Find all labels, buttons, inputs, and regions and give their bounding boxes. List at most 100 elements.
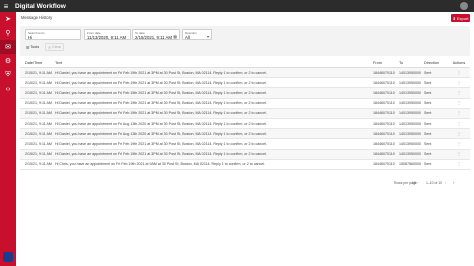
from-date-field[interactable]: From date 11/13/2020, 9:11 AM (84, 29, 131, 40)
cell-direction: Sent (424, 152, 432, 157)
app-logo-icon[interactable]: ≡ (0, 0, 12, 12)
export-button[interactable]: ⬇ Export (451, 14, 470, 22)
cell-date: 2/15/21, 9:11 AM (25, 162, 52, 167)
calendar-icon[interactable]: ▦ (173, 34, 177, 39)
company-logo-icon (3, 252, 13, 262)
table-row[interactable]: 2/15/21, 9:11 AM Hi Daniel, you have an a… (20, 139, 470, 150)
app-title: Digital Workflow (15, 2, 66, 10)
cell-from: 18446070110 (373, 70, 395, 75)
search-input[interactable]: Search term Hi (25, 29, 81, 40)
download-icon: ⬇ (452, 15, 456, 21)
column-header-from[interactable]: From (373, 61, 399, 65)
more-actions-icon[interactable]: ⋮ (448, 81, 470, 85)
cell-direction: Sent (424, 80, 432, 85)
user-avatar-icon[interactable] (460, 2, 468, 10)
cell-from: 18446070110 (373, 141, 395, 146)
to-date-field[interactable]: To date 2/15/2021, 9:11 AM ▦ (132, 29, 180, 40)
more-actions-icon[interactable]: ⋮ (448, 152, 470, 156)
cell-from: 18446070110 (373, 90, 395, 95)
column-header-text[interactable]: Text (55, 61, 373, 65)
cell-to: 14013950000 (399, 141, 421, 146)
cell-date: 2/15/21, 9:11 AM (25, 80, 52, 85)
cell-direction: Sent (424, 121, 432, 126)
column-header-date[interactable]: Date/Time (20, 61, 55, 65)
message-table: Date/Time Text From To Direction Actions… (20, 59, 470, 170)
cell-direction: Sent (424, 162, 432, 167)
cell-to: 14013950000 (399, 131, 421, 136)
table-row[interactable]: 2/15/21, 9:11 AM Hi Daniel, you have an a… (20, 149, 470, 160)
cell-text: Hi Daniel, you have an appointment on Fr… (55, 90, 267, 95)
clear-button[interactable]: ✕ Clear (45, 43, 64, 51)
table-body: 2/15/21, 9:11 AM Hi Daniel, you have an a… (20, 68, 470, 170)
export-label: Export (456, 15, 469, 21)
cell-date: 2/15/21, 9:11 AM (25, 121, 52, 126)
cell-to: 14013950000 (399, 121, 421, 126)
direction-select[interactable]: Direction All ▾ (182, 29, 212, 40)
cell-from: 18446070110 (373, 101, 395, 106)
table-row[interactable]: 2/15/21, 9:11 AM Hi Daniel, you have an a… (20, 129, 470, 140)
cell-direction: Sent (424, 90, 432, 95)
table-header: Date/Time Text From To Direction Actions (20, 59, 470, 68)
table-row[interactable]: 2/15/21, 9:11 AM Hi Daniel, you have an a… (20, 68, 470, 79)
table-row[interactable]: 2/15/21, 9:11 AM Hi Daniel, you have an a… (20, 88, 470, 99)
more-actions-icon[interactable]: ⋮ (448, 101, 470, 105)
table-row[interactable]: 2/15/21, 9:11 AM Hi Daniel, you have an a… (20, 98, 470, 109)
email-icon[interactable]: ✉ (0, 40, 16, 54)
cell-direction: Sent (424, 141, 432, 146)
more-actions-icon[interactable]: ⋮ (448, 162, 470, 166)
more-actions-icon[interactable]: ⋮ (448, 122, 470, 126)
sidebar: ➤ ⚲ ✉ ⚙ ⛨ ‹› (0, 12, 16, 266)
cell-to: 14013950000 (399, 152, 421, 157)
pagination: Rows per page: 10 1–10 of 10 ‹ › (16, 179, 474, 187)
breadcrumb: Message History (21, 15, 53, 20)
table-row[interactable]: 2/15/21, 9:11 AM Hi Chris, you have an ap… (20, 159, 470, 170)
direction-value: All (185, 34, 190, 40)
code-icon[interactable]: ‹› (0, 82, 16, 96)
table-row[interactable]: 2/15/21, 9:11 AM Hi Daniel, you have an a… (20, 118, 470, 130)
cell-from: 18446070110 (373, 162, 395, 167)
cell-direction: Sent (424, 131, 432, 136)
table-row[interactable]: 2/15/21, 9:11 AM Hi Daniel, you have an a… (20, 78, 470, 89)
previous-page-icon[interactable]: ‹ (445, 180, 447, 185)
cell-from: 18446070110 (373, 131, 395, 136)
cell-to: 15087860000 (399, 162, 421, 167)
cell-from: 18446070110 (373, 80, 395, 85)
cell-direction: Sent (424, 101, 432, 106)
more-actions-icon[interactable]: ⋮ (448, 91, 470, 95)
more-actions-icon[interactable]: ⋮ (448, 111, 470, 115)
tools-label: Tools (30, 45, 40, 49)
shield-icon[interactable]: ⛨ (0, 68, 16, 82)
tools-button[interactable]: ☰ Tools (24, 43, 41, 51)
column-header-to[interactable]: To (399, 61, 424, 65)
more-actions-icon[interactable]: ⋮ (448, 142, 470, 146)
column-header-direction[interactable]: Direction (424, 61, 448, 65)
cell-to: 14013950000 (399, 80, 421, 85)
main-content: Message History ⬇ Export Search term Hi … (16, 12, 474, 266)
filter-icon: ☰ (25, 45, 30, 50)
filter-bar: Search term Hi From date 11/13/2020, 9:1… (20, 26, 470, 56)
cell-text: Hi Daniel, you have an appointment on Fr… (55, 131, 267, 136)
cell-date: 2/15/21, 9:11 AM (25, 141, 52, 146)
more-actions-icon[interactable]: ⋮ (448, 132, 470, 136)
cell-from: 18446070110 (373, 121, 395, 126)
table-row[interactable]: 2/15/21, 9:11 AM Hi Daniel, you have an a… (20, 108, 470, 119)
cell-date: 2/15/21, 9:11 AM (25, 90, 52, 95)
cell-text: Hi Chris, you have an appointment on Fri… (55, 162, 266, 167)
more-actions-icon[interactable]: ⋮ (448, 71, 470, 75)
next-page-icon[interactable]: › (453, 180, 455, 185)
cell-text: Hi Daniel, you have an appointment on Fr… (55, 70, 267, 75)
cell-text: Hi Daniel, you have an appointment on Fr… (55, 152, 267, 157)
cell-from: 18446070110 (373, 111, 395, 116)
cell-text: Hi Daniel, you have an appointment on Fr… (55, 141, 267, 146)
map-pin-icon[interactable]: ⚲ (0, 26, 16, 40)
send-icon[interactable]: ➤ (0, 12, 16, 26)
cell-date: 2/15/21, 9:11 AM (25, 70, 52, 75)
from-date-value: 11/13/2020, 9:11 AM (87, 34, 127, 40)
cell-from: 18446070110 (373, 152, 395, 157)
cell-date: 2/15/21, 9:11 AM (25, 111, 52, 116)
rows-per-page-select[interactable]: 10 (412, 181, 416, 185)
gear-icon[interactable]: ⚙ (0, 54, 16, 68)
cell-to: 14013950000 (399, 111, 421, 116)
chevron-down-icon: ▾ (206, 34, 209, 39)
cell-date: 2/15/21, 9:11 AM (25, 101, 52, 106)
